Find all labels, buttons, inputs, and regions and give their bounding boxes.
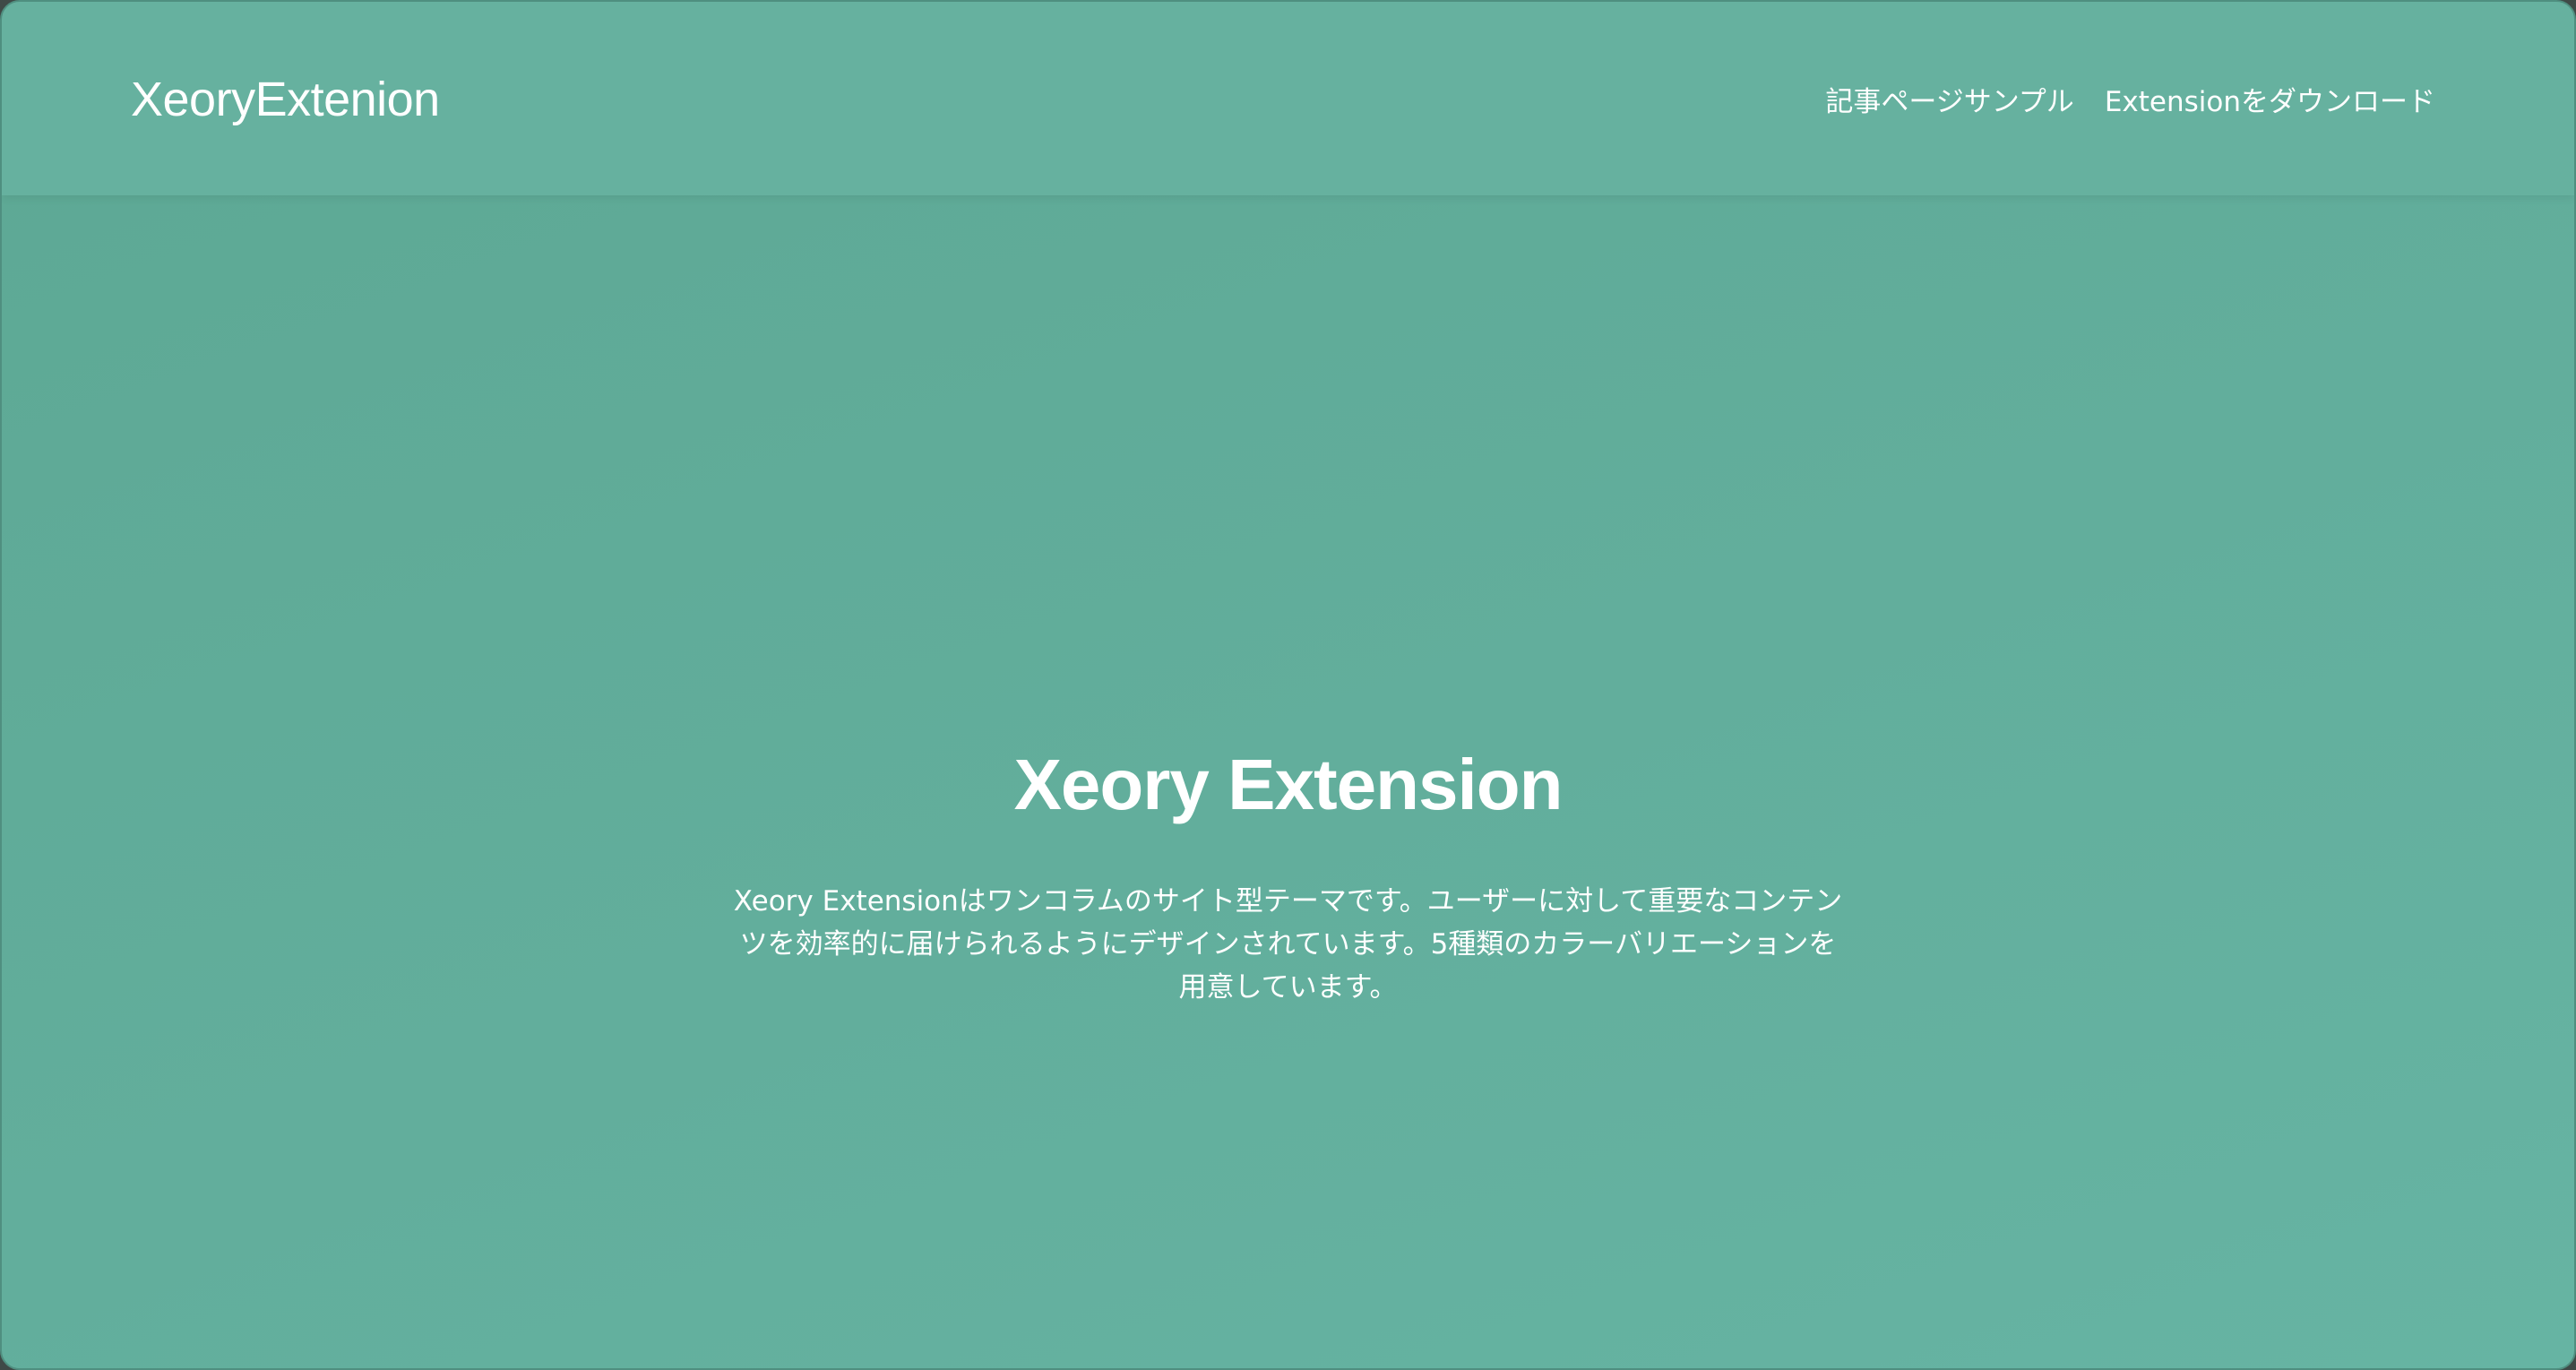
hero-title: Xeory Extension xyxy=(1013,745,1564,824)
hero-description: Xeory Extensionはワンコラムのサイト型テーマです。ユーザーに対して… xyxy=(733,885,1843,1004)
hero-section: Xeory Extension Xeory Extensionはワンコラムのサイ… xyxy=(2,745,2574,1009)
site-header: XeoryExtenion 記事ページサンプル Extensionをダウンロード xyxy=(2,2,2574,195)
nav-link-download-extension[interactable]: Extensionをダウンロード xyxy=(2105,79,2435,119)
browser-viewport: XeoryExtenion 記事ページサンプル Extensionをダウンロード… xyxy=(0,0,2576,1370)
main-nav: 記事ページサンプル Extensionをダウンロード xyxy=(1825,79,2435,119)
site-logo[interactable]: XeoryExtenion xyxy=(131,72,440,127)
nav-link-article-sample[interactable]: 記事ページサンプル xyxy=(1825,79,2073,119)
